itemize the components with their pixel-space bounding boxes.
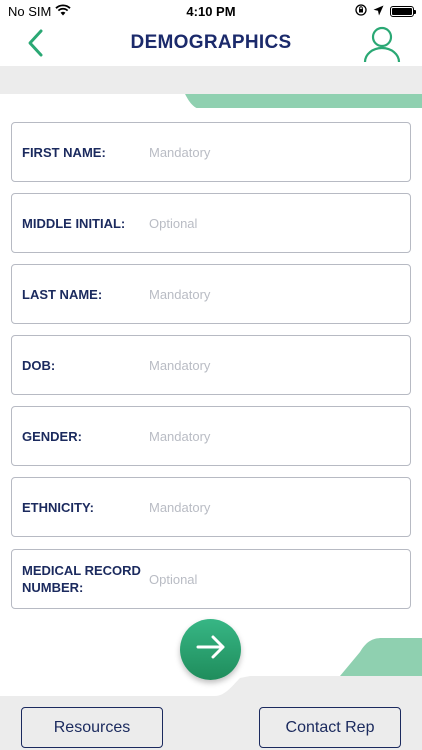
status-left: No SIM — [8, 4, 71, 19]
field-label: LAST NAME: — [22, 286, 103, 302]
next-button[interactable] — [180, 619, 241, 680]
demographics-form: FIRST NAME: MIDDLE INITIAL: LAST NAME: D… — [0, 108, 422, 698]
first-name-field[interactable]: FIRST NAME: — [11, 122, 411, 182]
field-label: GENDER: — [22, 428, 82, 444]
field-label: MIDDLE INITIAL: — [22, 215, 126, 231]
resources-button[interactable]: Resources — [21, 707, 163, 748]
field-label: FIRST NAME: — [22, 144, 106, 160]
medical-record-number-input[interactable] — [149, 550, 410, 608]
gender-field[interactable]: GENDER: — [11, 406, 411, 466]
page-title: DEMOGRAPHICS — [130, 32, 292, 53]
ethnicity-field[interactable]: ETHNICITY: — [11, 477, 411, 537]
last-name-input[interactable] — [149, 265, 410, 323]
field-label: ETHNICITY: — [22, 499, 94, 515]
arrow-right-icon — [194, 630, 228, 669]
ethnicity-input[interactable] — [149, 478, 410, 536]
wifi-icon — [55, 3, 71, 19]
battery-icon — [390, 5, 416, 17]
last-name-field[interactable]: LAST NAME: — [11, 264, 411, 324]
location-icon — [373, 4, 384, 19]
field-label: DOB: — [22, 357, 56, 373]
gender-input[interactable] — [149, 407, 410, 465]
middle-initial-field[interactable]: MIDDLE INITIAL: — [11, 193, 411, 253]
dob-input[interactable] — [149, 336, 410, 394]
carrier-label: No SIM — [8, 3, 52, 19]
field-label: MEDICAL RECORD NUMBER: — [22, 563, 141, 595]
medical-record-number-field[interactable]: MEDICAL RECORD NUMBER: — [11, 549, 411, 609]
footer: Resources Contact Rep — [0, 698, 422, 750]
contact-rep-button[interactable]: Contact Rep — [259, 707, 401, 748]
middle-initial-input[interactable] — [149, 194, 410, 252]
header: DEMOGRAPHICS — [0, 22, 422, 68]
status-bar: No SIM 4:10 PM — [0, 0, 422, 22]
orientation-lock-icon — [355, 3, 367, 19]
first-name-input[interactable] — [149, 123, 410, 181]
profile-button[interactable] — [362, 24, 402, 64]
dob-field[interactable]: DOB: — [11, 335, 411, 395]
status-right — [355, 3, 416, 19]
